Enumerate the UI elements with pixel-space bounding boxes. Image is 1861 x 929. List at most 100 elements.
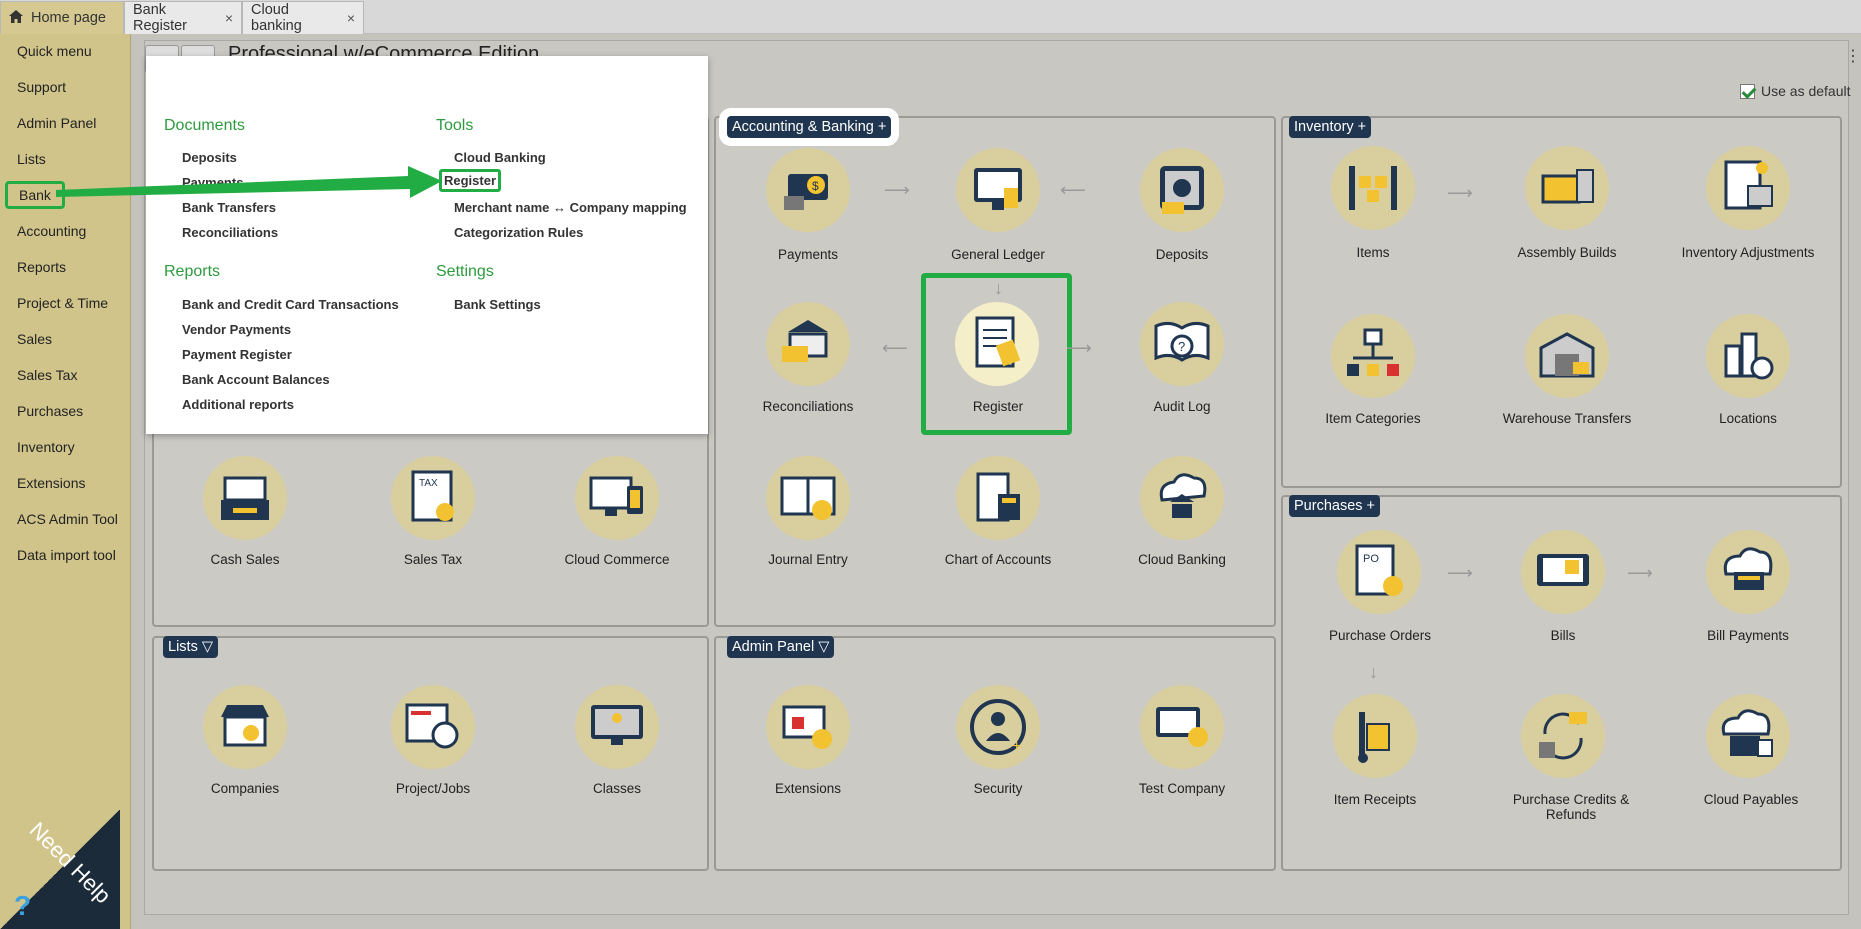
use-as-default-toggle[interactable]: Use as default xyxy=(1740,83,1851,99)
purchase-credits-icon[interactable] xyxy=(1521,694,1605,778)
arrow-right-icon: ⟶ xyxy=(1627,563,1653,583)
svg-text:PO: PO xyxy=(1363,553,1379,565)
menu-item-reconciliations[interactable]: Reconciliations xyxy=(182,225,278,240)
sidebar-item-sales[interactable]: Sales xyxy=(17,331,52,347)
menu-item-bank-account-balances[interactable]: Bank Account Balances xyxy=(182,372,330,387)
menu-item-bank-cc-transactions[interactable]: Bank and Credit Card Transactions xyxy=(182,297,399,312)
menu-item-payments[interactable]: Payments xyxy=(182,175,243,190)
journal-entry-icon[interactable] xyxy=(766,456,850,540)
warehouse-transfers-icon[interactable] xyxy=(1525,314,1609,398)
purchase-credits-label: Purchase Credits & Refunds xyxy=(1512,792,1630,822)
sidebar-item-admin-panel[interactable]: Admin Panel xyxy=(17,115,96,131)
sales-tax-label: Sales Tax xyxy=(403,552,463,567)
menu-item-bank-transfers[interactable]: Bank Transfers xyxy=(182,200,276,215)
menu-item-bank-settings[interactable]: Bank Settings xyxy=(454,297,541,312)
journal-entry-label: Journal Entry xyxy=(768,552,848,567)
tab-bar: Home page Bank Register × Cloud banking × xyxy=(0,0,1861,34)
purchases-title[interactable]: Purchases + xyxy=(1289,495,1381,517)
general-ledger-icon[interactable] xyxy=(956,148,1040,232)
sidebar-item-inventory[interactable]: Inventory xyxy=(17,439,75,455)
sidebar-item-extensions[interactable]: Extensions xyxy=(17,475,85,491)
sidebar-item-reports[interactable]: Reports xyxy=(17,259,66,275)
menu-item-payment-register[interactable]: Payment Register xyxy=(182,347,292,362)
items-icon[interactable] xyxy=(1331,146,1415,230)
sidebar-item-support[interactable]: Support xyxy=(17,79,66,95)
locations-label: Locations xyxy=(1719,411,1777,426)
purchase-orders-icon[interactable]: PO xyxy=(1337,530,1421,614)
test-company-icon[interactable] xyxy=(1140,685,1224,769)
arrow-left-icon: ⟵ xyxy=(1060,180,1086,200)
lists-title[interactable]: Lists ▽ xyxy=(163,636,218,658)
security-label: Security xyxy=(973,781,1023,796)
tab-home-page[interactable]: Home page xyxy=(0,1,124,34)
tab-cloud-banking[interactable]: Cloud banking × xyxy=(242,1,364,34)
menu-item-cloud-banking[interactable]: Cloud Banking xyxy=(454,150,546,165)
companies-icon[interactable] xyxy=(203,685,287,769)
bill-payments-label: Bill Payments xyxy=(1707,628,1789,643)
extensions-icon[interactable] xyxy=(766,685,850,769)
payments-icon[interactable]: $ xyxy=(766,148,850,232)
inventory-title[interactable]: Inventory + xyxy=(1289,116,1372,138)
chart-of-accounts-icon[interactable] xyxy=(956,456,1040,540)
sidebar-item-acs-admin-tool[interactable]: ACS Admin Tool xyxy=(17,511,118,527)
admin-panel-title[interactable]: Admin Panel ▽ xyxy=(727,636,835,658)
documents-heading: Documents xyxy=(164,117,245,134)
sidebar-item-sales-tax[interactable]: Sales Tax xyxy=(17,367,77,383)
sidebar-item-quick-menu[interactable]: Quick menu xyxy=(17,43,92,59)
cloud-banking-icon[interactable] xyxy=(1140,456,1224,540)
register-icon[interactable] xyxy=(955,302,1039,386)
cloud-commerce-icon[interactable] xyxy=(575,456,659,540)
sidebar-item-purchases[interactable]: Purchases xyxy=(17,403,83,419)
audit-log-label: Audit Log xyxy=(1153,399,1211,414)
need-help-button[interactable]: Need Help ? xyxy=(0,810,120,929)
sidebar-item-project-time[interactable]: Project & Time xyxy=(17,295,108,311)
bill-payments-icon[interactable] xyxy=(1706,530,1790,614)
inventory-adjustments-icon[interactable] xyxy=(1706,146,1790,230)
item-receipts-label: Item Receipts xyxy=(1333,792,1417,807)
sidebar-item-lists[interactable]: Lists xyxy=(17,151,46,167)
cloud-payables-icon[interactable] xyxy=(1706,694,1790,778)
deposits-icon[interactable] xyxy=(1140,148,1224,232)
security-icon[interactable]: + xyxy=(956,685,1040,769)
svg-text:?: ? xyxy=(1178,339,1185,354)
classes-icon[interactable] xyxy=(575,685,659,769)
locations-icon[interactable] xyxy=(1706,314,1790,398)
menu-item-merchant-mapping[interactable]: Merchant name ↔ Company mapping xyxy=(454,200,687,215)
deposits-label: Deposits xyxy=(1155,247,1209,262)
menu-item-vendor-payments[interactable]: Vendor Payments xyxy=(182,322,291,337)
sidebar-item-accounting[interactable]: Accounting xyxy=(17,223,86,239)
cloud-banking-label: Cloud Banking xyxy=(1138,552,1226,567)
bills-icon[interactable] xyxy=(1521,530,1605,614)
register-label: Register xyxy=(972,399,1024,414)
test-company-label: Test Company xyxy=(1138,781,1226,796)
item-receipts-icon[interactable] xyxy=(1333,694,1417,778)
close-icon[interactable]: × xyxy=(347,10,355,26)
project-jobs-icon[interactable] xyxy=(391,685,475,769)
reconciliations-icon[interactable] xyxy=(766,302,850,386)
more-icon[interactable]: ⋮ xyxy=(1845,46,1861,66)
assembly-builds-icon[interactable] xyxy=(1525,146,1609,230)
arrow-right-icon: ⟶ xyxy=(1066,338,1092,358)
sidebar: Quick menu Support Admin Panel Lists Ban… xyxy=(0,34,131,929)
accounting-banking-title[interactable]: Accounting & Banking + xyxy=(718,108,900,146)
item-categories-label: Item Categories xyxy=(1325,411,1421,426)
cash-sales-icon[interactable] xyxy=(203,456,287,540)
menu-item-categorization-rules[interactable]: Categorization Rules xyxy=(454,225,583,240)
chart-of-accounts-label: Chart of Accounts xyxy=(944,552,1052,567)
menu-item-deposits[interactable]: Deposits xyxy=(182,150,237,165)
item-categories-icon[interactable] xyxy=(1331,314,1415,398)
home-icon xyxy=(9,9,23,27)
arrow-left-icon: ⟵ xyxy=(882,338,908,358)
svg-text:TAX: TAX xyxy=(419,478,438,489)
menu-item-register[interactable]: Register xyxy=(439,169,502,192)
close-icon[interactable]: × xyxy=(225,10,233,26)
arrow-down-icon: ↓ xyxy=(1369,662,1378,682)
sales-tax-icon[interactable]: TAX xyxy=(391,456,475,540)
purchase-orders-label: Purchase Orders xyxy=(1328,628,1432,643)
sidebar-item-data-import-tool[interactable]: Data import tool xyxy=(17,547,116,563)
sidebar-item-bank[interactable]: Bank xyxy=(5,181,65,209)
menu-item-additional-reports[interactable]: Additional reports xyxy=(182,397,294,412)
audit-log-icon[interactable]: ? xyxy=(1140,302,1224,386)
checkbox-icon[interactable] xyxy=(1740,83,1755,99)
tab-bank-register[interactable]: Bank Register × xyxy=(124,1,242,34)
